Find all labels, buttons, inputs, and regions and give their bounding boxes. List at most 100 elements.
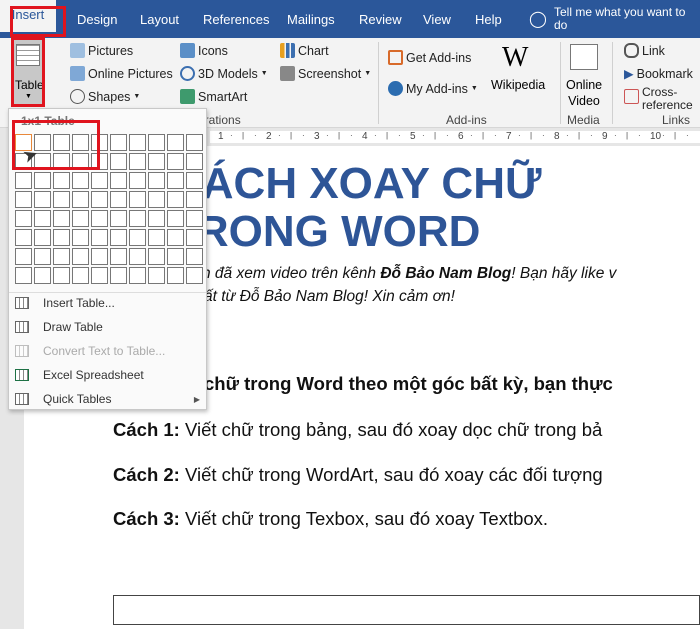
- grid-cell[interactable]: [167, 172, 184, 189]
- menu-item-draw-table[interactable]: Draw Table: [15, 316, 200, 338]
- grid-cell[interactable]: [15, 191, 32, 208]
- grid-cell[interactable]: [148, 210, 165, 227]
- grid-cell[interactable]: [72, 191, 89, 208]
- my-addins-button[interactable]: My Add-ins ▼: [388, 81, 478, 96]
- grid-cell[interactable]: [15, 267, 32, 284]
- tell-me-search[interactable]: Tell me what you want to do: [554, 6, 698, 32]
- grid-cell[interactable]: [72, 229, 89, 246]
- chart-button[interactable]: Chart: [280, 43, 329, 58]
- grid-cell[interactable]: [148, 267, 165, 284]
- grid-cell[interactable]: [72, 267, 89, 284]
- get-addins-button[interactable]: Get Add-ins: [388, 50, 471, 65]
- smartart-button[interactable]: SmartArt: [180, 89, 247, 104]
- tab-design[interactable]: Design: [77, 12, 117, 27]
- grid-cell[interactable]: [148, 191, 165, 208]
- cross-reference-button[interactable]: Cross-reference: [624, 86, 698, 112]
- tab-layout[interactable]: Layout: [140, 12, 179, 27]
- grid-cell[interactable]: [167, 134, 184, 151]
- grid-cell[interactable]: [167, 248, 184, 265]
- grid-cell[interactable]: [129, 267, 146, 284]
- shapes-button[interactable]: Shapes ▼: [70, 89, 140, 104]
- grid-cell[interactable]: [110, 248, 127, 265]
- 3d-models-button[interactable]: 3D Models ▼: [180, 66, 268, 81]
- grid-cell[interactable]: [53, 172, 70, 189]
- grid-cell[interactable]: [129, 153, 146, 170]
- grid-cell[interactable]: [167, 210, 184, 227]
- grid-cell[interactable]: [186, 229, 203, 246]
- tab-review[interactable]: Review: [359, 12, 402, 27]
- grid-cell[interactable]: [34, 248, 51, 265]
- grid-cell[interactable]: [34, 210, 51, 227]
- grid-cell[interactable]: [91, 172, 108, 189]
- pictures-button[interactable]: Pictures: [70, 43, 133, 58]
- grid-cell[interactable]: [129, 210, 146, 227]
- icons-button[interactable]: Icons: [180, 43, 228, 58]
- grid-cell[interactable]: [15, 172, 32, 189]
- link-button[interactable]: Link: [624, 43, 665, 58]
- grid-cell[interactable]: [186, 210, 203, 227]
- grid-cell[interactable]: [34, 172, 51, 189]
- grid-cell[interactable]: [148, 248, 165, 265]
- grid-cell[interactable]: [91, 210, 108, 227]
- grid-cell[interactable]: [91, 267, 108, 284]
- online-video-button[interactable]: Online Video: [566, 77, 602, 109]
- ruler-tick: |: [626, 131, 629, 140]
- grid-cell[interactable]: [53, 248, 70, 265]
- menu-item-excel-spreadsheet[interactable]: Excel Spreadsheet: [15, 364, 200, 386]
- grid-cell[interactable]: [148, 153, 165, 170]
- table-box[interactable]: [113, 595, 700, 625]
- grid-cell[interactable]: [53, 229, 70, 246]
- grid-cell[interactable]: [53, 191, 70, 208]
- grid-cell[interactable]: [129, 134, 146, 151]
- online-pictures-button[interactable]: Online Pictures: [70, 66, 173, 81]
- grid-cell[interactable]: [129, 172, 146, 189]
- grid-cell[interactable]: [110, 267, 127, 284]
- grid-cell[interactable]: [129, 248, 146, 265]
- grid-cell[interactable]: [186, 248, 203, 265]
- grid-cell[interactable]: [34, 267, 51, 284]
- grid-cell[interactable]: [53, 267, 70, 284]
- grid-cell[interactable]: [34, 191, 51, 208]
- bookmark-button[interactable]: ▶ Bookmark: [624, 66, 693, 82]
- tab-references[interactable]: References: [203, 12, 269, 27]
- grid-cell[interactable]: [91, 191, 108, 208]
- grid-cell[interactable]: [186, 191, 203, 208]
- grid-cell[interactable]: [72, 210, 89, 227]
- grid-cell[interactable]: [129, 191, 146, 208]
- tab-mailings[interactable]: Mailings: [287, 12, 335, 27]
- grid-cell[interactable]: [110, 229, 127, 246]
- grid-cell[interactable]: [15, 229, 32, 246]
- screenshot-button[interactable]: Screenshot ▼: [280, 66, 371, 81]
- tab-help[interactable]: Help: [475, 12, 502, 27]
- grid-cell[interactable]: [186, 267, 203, 284]
- grid-cell[interactable]: [186, 153, 203, 170]
- grid-cell[interactable]: [167, 267, 184, 284]
- grid-cell[interactable]: [15, 210, 32, 227]
- grid-cell[interactable]: [167, 229, 184, 246]
- grid-cell[interactable]: [110, 210, 127, 227]
- grid-cell[interactable]: [15, 248, 32, 265]
- menu-item-quick-tables[interactable]: Quick Tables ▶: [15, 388, 200, 410]
- grid-cell[interactable]: [148, 172, 165, 189]
- tab-view[interactable]: View: [423, 12, 451, 27]
- grid-cell[interactable]: [167, 153, 184, 170]
- grid-cell[interactable]: [110, 172, 127, 189]
- grid-cell[interactable]: [91, 229, 108, 246]
- grid-cell[interactable]: [186, 172, 203, 189]
- grid-cell[interactable]: [148, 134, 165, 151]
- grid-cell[interactable]: [148, 229, 165, 246]
- wikipedia-button[interactable]: Wikipedia: [491, 78, 545, 92]
- horizontal-ruler[interactable]: 1 · | · 2 · | · 3 · | · 4 · | · 5 · | · 6 · | · 7 · | · 8 · | · 9 · | · 10 · |…: [210, 131, 700, 143]
- grid-cell[interactable]: [91, 248, 108, 265]
- grid-cell[interactable]: [72, 172, 89, 189]
- grid-cell[interactable]: [129, 229, 146, 246]
- grid-cell[interactable]: [53, 210, 70, 227]
- grid-cell[interactable]: [72, 248, 89, 265]
- menu-item-insert-table[interactable]: Insert Table...: [15, 292, 200, 314]
- grid-cell[interactable]: [110, 153, 127, 170]
- grid-cell[interactable]: [34, 229, 51, 246]
- grid-cell[interactable]: [110, 191, 127, 208]
- grid-cell[interactable]: [110, 134, 127, 151]
- grid-cell[interactable]: [167, 191, 184, 208]
- grid-cell[interactable]: [186, 134, 203, 151]
